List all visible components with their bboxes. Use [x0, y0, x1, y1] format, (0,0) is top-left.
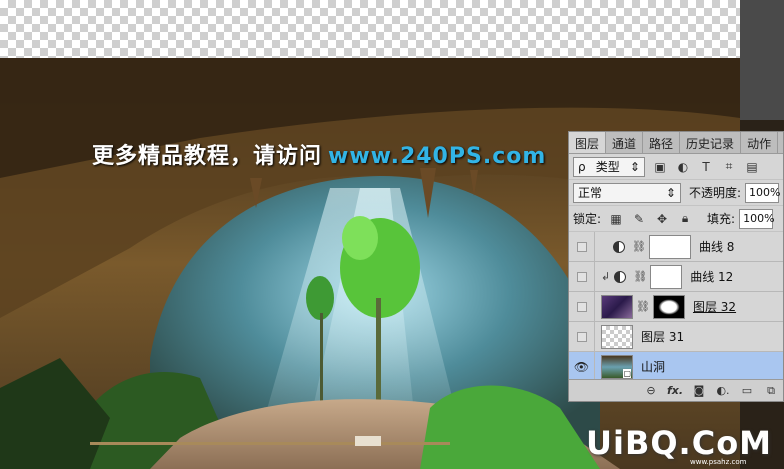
layer-row[interactable]: 图层 31: [569, 321, 783, 352]
hidden-visibility-icon: [576, 331, 587, 342]
watermark-subtext: www.psahz.com: [690, 458, 747, 466]
hidden-visibility-icon: [576, 241, 587, 252]
tab-paths[interactable]: 路径: [643, 132, 681, 153]
workspace-background: [740, 0, 784, 120]
layer-name[interactable]: 山洞: [641, 358, 665, 375]
clipping-mask-icon: ↲: [601, 270, 611, 283]
layer-mask-thumbnail[interactable]: [652, 294, 685, 319]
lock-label: 锁定:: [573, 212, 602, 226]
link-icon: ⛓: [632, 240, 646, 253]
eye-icon: 👁︎: [573, 359, 590, 374]
layer-row-selected[interactable]: 👁︎ ▢ 山洞: [569, 351, 783, 382]
layer-filter-select[interactable]: ρ 类型 ⇕: [573, 156, 645, 177]
headline-text: 更多精品教程，请访问: [92, 144, 323, 169]
layer-thumbnail[interactable]: [601, 294, 633, 319]
smart-object-thumbnail[interactable]: ▢: [601, 354, 633, 379]
adjustment-icon[interactable]: ◐.: [715, 384, 731, 398]
chevron-updown-icon: ⇕: [665, 185, 676, 200]
layer-row[interactable]: ↲ ⛓ 曲线 12: [569, 261, 783, 292]
adjustment-filter-icon[interactable]: ◐: [675, 159, 691, 175]
group-icon[interactable]: ▭: [739, 384, 755, 398]
tab-layers[interactable]: 图层: [569, 132, 607, 153]
layer-name[interactable]: 曲线 12: [690, 268, 733, 285]
blend-mode-select[interactable]: 正常 ⇕: [573, 182, 681, 203]
smart-object-filter-icon[interactable]: ▤: [744, 159, 760, 175]
layer-thumbnail[interactable]: [601, 324, 633, 349]
layer-name[interactable]: 曲线 8: [699, 238, 734, 255]
hidden-visibility-icon: [576, 271, 587, 282]
visibility-toggle[interactable]: [569, 261, 595, 292]
lock-all-icon[interactable]: 🔒︎: [677, 211, 693, 227]
visibility-toggle[interactable]: 👁︎: [569, 351, 595, 382]
image-filter-icon[interactable]: ▣: [652, 159, 668, 175]
lock-row: 锁定: ▦ ✎ ✥ 🔒︎ 填充: 100%: [569, 206, 783, 232]
curves-adjustment-icon: [614, 270, 627, 283]
tab-history[interactable]: 历史记录: [680, 132, 742, 153]
visibility-toggle[interactable]: [569, 291, 595, 322]
blend-mode-value: 正常: [578, 186, 603, 200]
fx-icon[interactable]: fx.: [667, 384, 683, 398]
mask-icon[interactable]: ◙: [691, 384, 707, 398]
brand-watermark: UiBQ.CoM: [586, 424, 773, 462]
type-filter-icon[interactable]: T: [698, 159, 714, 175]
tab-channels[interactable]: 通道: [606, 132, 644, 153]
panel-tabs: 图层 通道 路径 历史记录 动作: [569, 132, 783, 154]
lock-transparent-icon[interactable]: ▦: [608, 211, 624, 227]
filter-row: ρ 类型 ⇕ ▣ ◐ T ⌗ ▤: [569, 154, 783, 180]
transparency-checkerboard: [0, 0, 740, 58]
fill-input[interactable]: 100%: [739, 208, 775, 229]
tutorial-headline: 更多精品教程，请访问 www.240PS.com: [92, 138, 546, 170]
layer-name[interactable]: 图层 32: [693, 298, 736, 315]
fill-label: 填充:: [707, 212, 736, 226]
blend-row: 正常 ⇕ 不透明度: 100%: [569, 180, 783, 206]
lock-paint-icon[interactable]: ✎: [631, 211, 647, 227]
search-icon: ρ: [578, 159, 586, 174]
lock-position-icon[interactable]: ✥: [654, 211, 670, 227]
tab-actions[interactable]: 动作: [741, 132, 779, 153]
shape-filter-icon[interactable]: ⌗: [721, 159, 737, 175]
layers-panel: 图层 通道 路径 历史记录 动作 ρ 类型 ⇕ ▣ ◐ T ⌗ ▤ 正常 ⇕ 不…: [568, 131, 784, 402]
panel-footer: ⊖ fx. ◙ ◐. ▭ ⧉: [569, 379, 783, 401]
headline-url[interactable]: www.240PS.com: [328, 144, 546, 169]
link-icon[interactable]: ⊖: [643, 384, 659, 398]
chevron-updown-icon: ⇕: [629, 159, 640, 174]
opacity-label: 不透明度:: [688, 186, 741, 200]
filter-kind-label: 类型: [595, 160, 620, 174]
photoshop-canvas: 更多精品教程，请访问 www.240PS.com UiBQ.CoM www.psa…: [0, 0, 784, 469]
visibility-toggle[interactable]: [569, 231, 595, 262]
layer-mask-thumbnail[interactable]: [648, 234, 691, 259]
layer-mask-thumbnail[interactable]: [650, 264, 683, 289]
smart-object-badge-icon: ▢: [623, 368, 631, 378]
visibility-toggle[interactable]: [569, 321, 595, 352]
link-icon: ⛓: [636, 300, 650, 313]
layer-row[interactable]: ⛓ 图层 32: [569, 291, 783, 322]
opacity-input[interactable]: 100%: [745, 182, 780, 203]
new-layer-icon[interactable]: ⧉: [763, 384, 779, 398]
layer-name[interactable]: 图层 31: [641, 328, 684, 345]
curves-adjustment-icon: [613, 240, 625, 253]
hidden-visibility-icon: [576, 301, 587, 312]
layer-row[interactable]: ⛓ 曲线 8: [569, 231, 783, 262]
link-icon: ⛓: [633, 270, 648, 283]
